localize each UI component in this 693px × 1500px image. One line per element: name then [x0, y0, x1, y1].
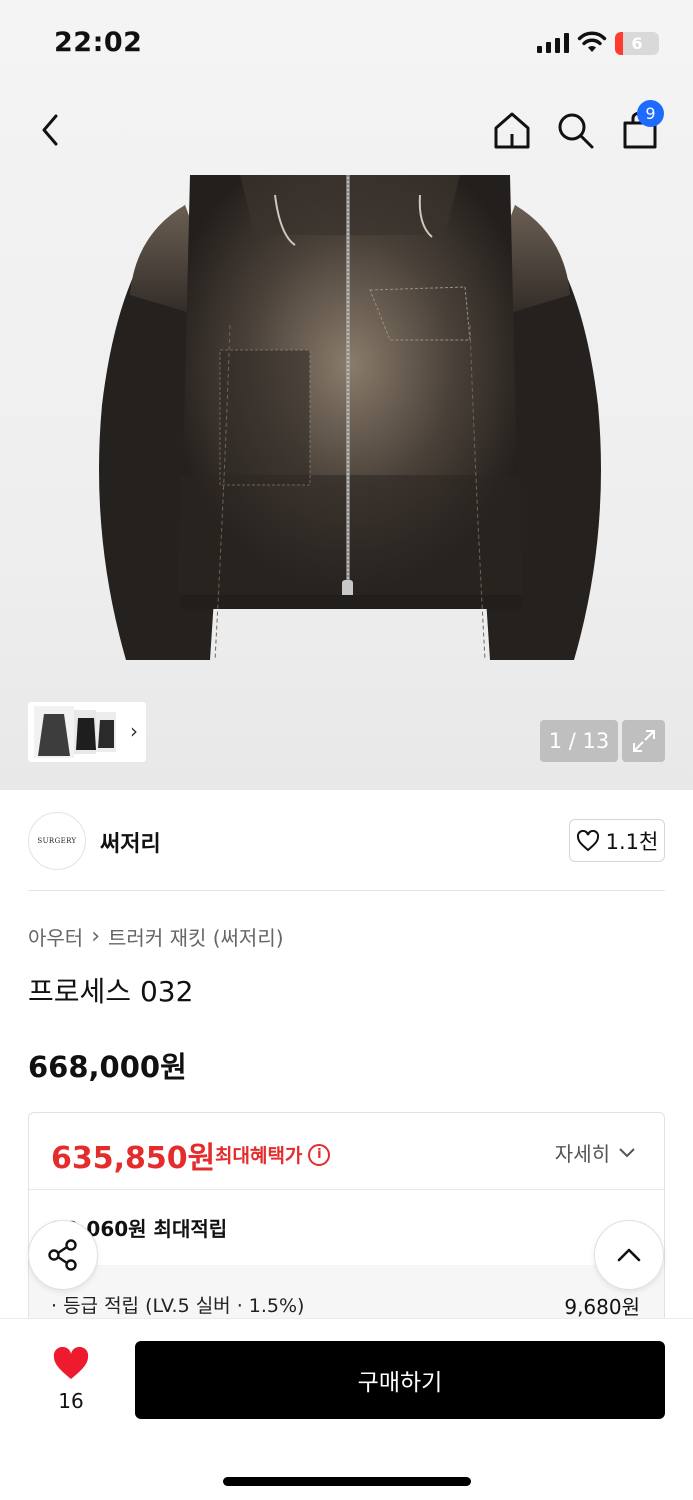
brand-like-count: 1.1천 — [605, 829, 659, 854]
info-icon[interactable]: i — [308, 1143, 331, 1166]
scroll-top-button[interactable] — [594, 1220, 664, 1290]
thumbnail-strip[interactable]: › — [28, 702, 146, 762]
bottom-bar: 16 구매하기 — [0, 1318, 693, 1500]
expand-icon — [632, 730, 655, 752]
product-title: 프로세스 032 — [28, 975, 194, 1008]
breadcrumb-subcategory[interactable]: 트러커 재킷 (써저리) — [108, 922, 284, 951]
max-benefit-label-text: 최대혜택가 — [215, 1145, 303, 1167]
share-icon — [48, 1239, 77, 1271]
wifi-icon — [577, 31, 607, 52]
share-button[interactable] — [28, 1220, 98, 1290]
signal-icon — [537, 33, 569, 53]
chevron-up-icon — [617, 1248, 641, 1262]
product-price: 668,000원 — [28, 1050, 187, 1084]
wish-button[interactable]: 16 — [40, 1346, 102, 1413]
back-icon — [42, 114, 58, 146]
home-button[interactable] — [490, 108, 534, 152]
max-benefit-price: 635,850원 — [51, 1141, 216, 1176]
breadcrumb: 아우터 › 트러커 재킷 (써저리) — [28, 922, 284, 951]
image-counter: 1 / 13 — [540, 720, 618, 762]
points-row-value: 9,680원 — [564, 1295, 640, 1319]
benefit-box: 635,850원 최대혜택가 i 자세히 30,060원 최대적립 · 등급 적… — [28, 1112, 665, 1342]
heart-outline-icon — [576, 829, 599, 851]
brand-name[interactable]: 써저리 — [100, 826, 161, 858]
wish-count: 16 — [58, 1389, 84, 1413]
battery-icon: 6 — [615, 32, 659, 55]
back-button[interactable] — [28, 108, 72, 152]
thumbnail-image — [34, 706, 116, 758]
brand-logo[interactable]: SURGERY — [28, 812, 86, 870]
chevron-right-icon: › — [130, 719, 138, 743]
search-button[interactable] — [553, 108, 597, 152]
chevron-right-icon: › — [91, 924, 101, 949]
status-bar: 22:02 6 — [0, 0, 693, 90]
status-time: 22:02 — [54, 27, 143, 58]
max-benefit-label: 최대혜택가 i — [215, 1141, 331, 1168]
detail-toggle[interactable]: 자세히 — [555, 1138, 636, 1167]
cart-badge: 9 — [637, 100, 664, 127]
product-photo — [99, 175, 601, 661]
points-row-label: · 등급 적립 (LV.5 실버 · 1.5%) — [51, 1295, 305, 1317]
breadcrumb-category[interactable]: 아우터 — [28, 922, 83, 951]
heart-filled-icon — [53, 1346, 89, 1379]
home-icon — [494, 112, 530, 149]
search-icon — [558, 113, 594, 149]
divider — [28, 890, 665, 891]
brand-row: SURGERY 써저리 1.1천 — [28, 812, 665, 870]
home-indicator — [223, 1477, 471, 1486]
battery-level: 6 — [631, 34, 643, 53]
detail-label: 자세히 — [554, 1142, 610, 1166]
cart-button[interactable]: 9 — [618, 100, 664, 152]
buy-button[interactable]: 구매하기 — [135, 1341, 665, 1419]
brand-like-button[interactable]: 1.1천 — [569, 819, 665, 862]
benefit-header[interactable]: 635,850원 최대혜택가 i 자세히 — [29, 1113, 664, 1190]
expand-button[interactable] — [622, 720, 665, 762]
brand-logo-text: SURGERY — [37, 837, 77, 845]
chevron-down-icon — [619, 1147, 635, 1157]
